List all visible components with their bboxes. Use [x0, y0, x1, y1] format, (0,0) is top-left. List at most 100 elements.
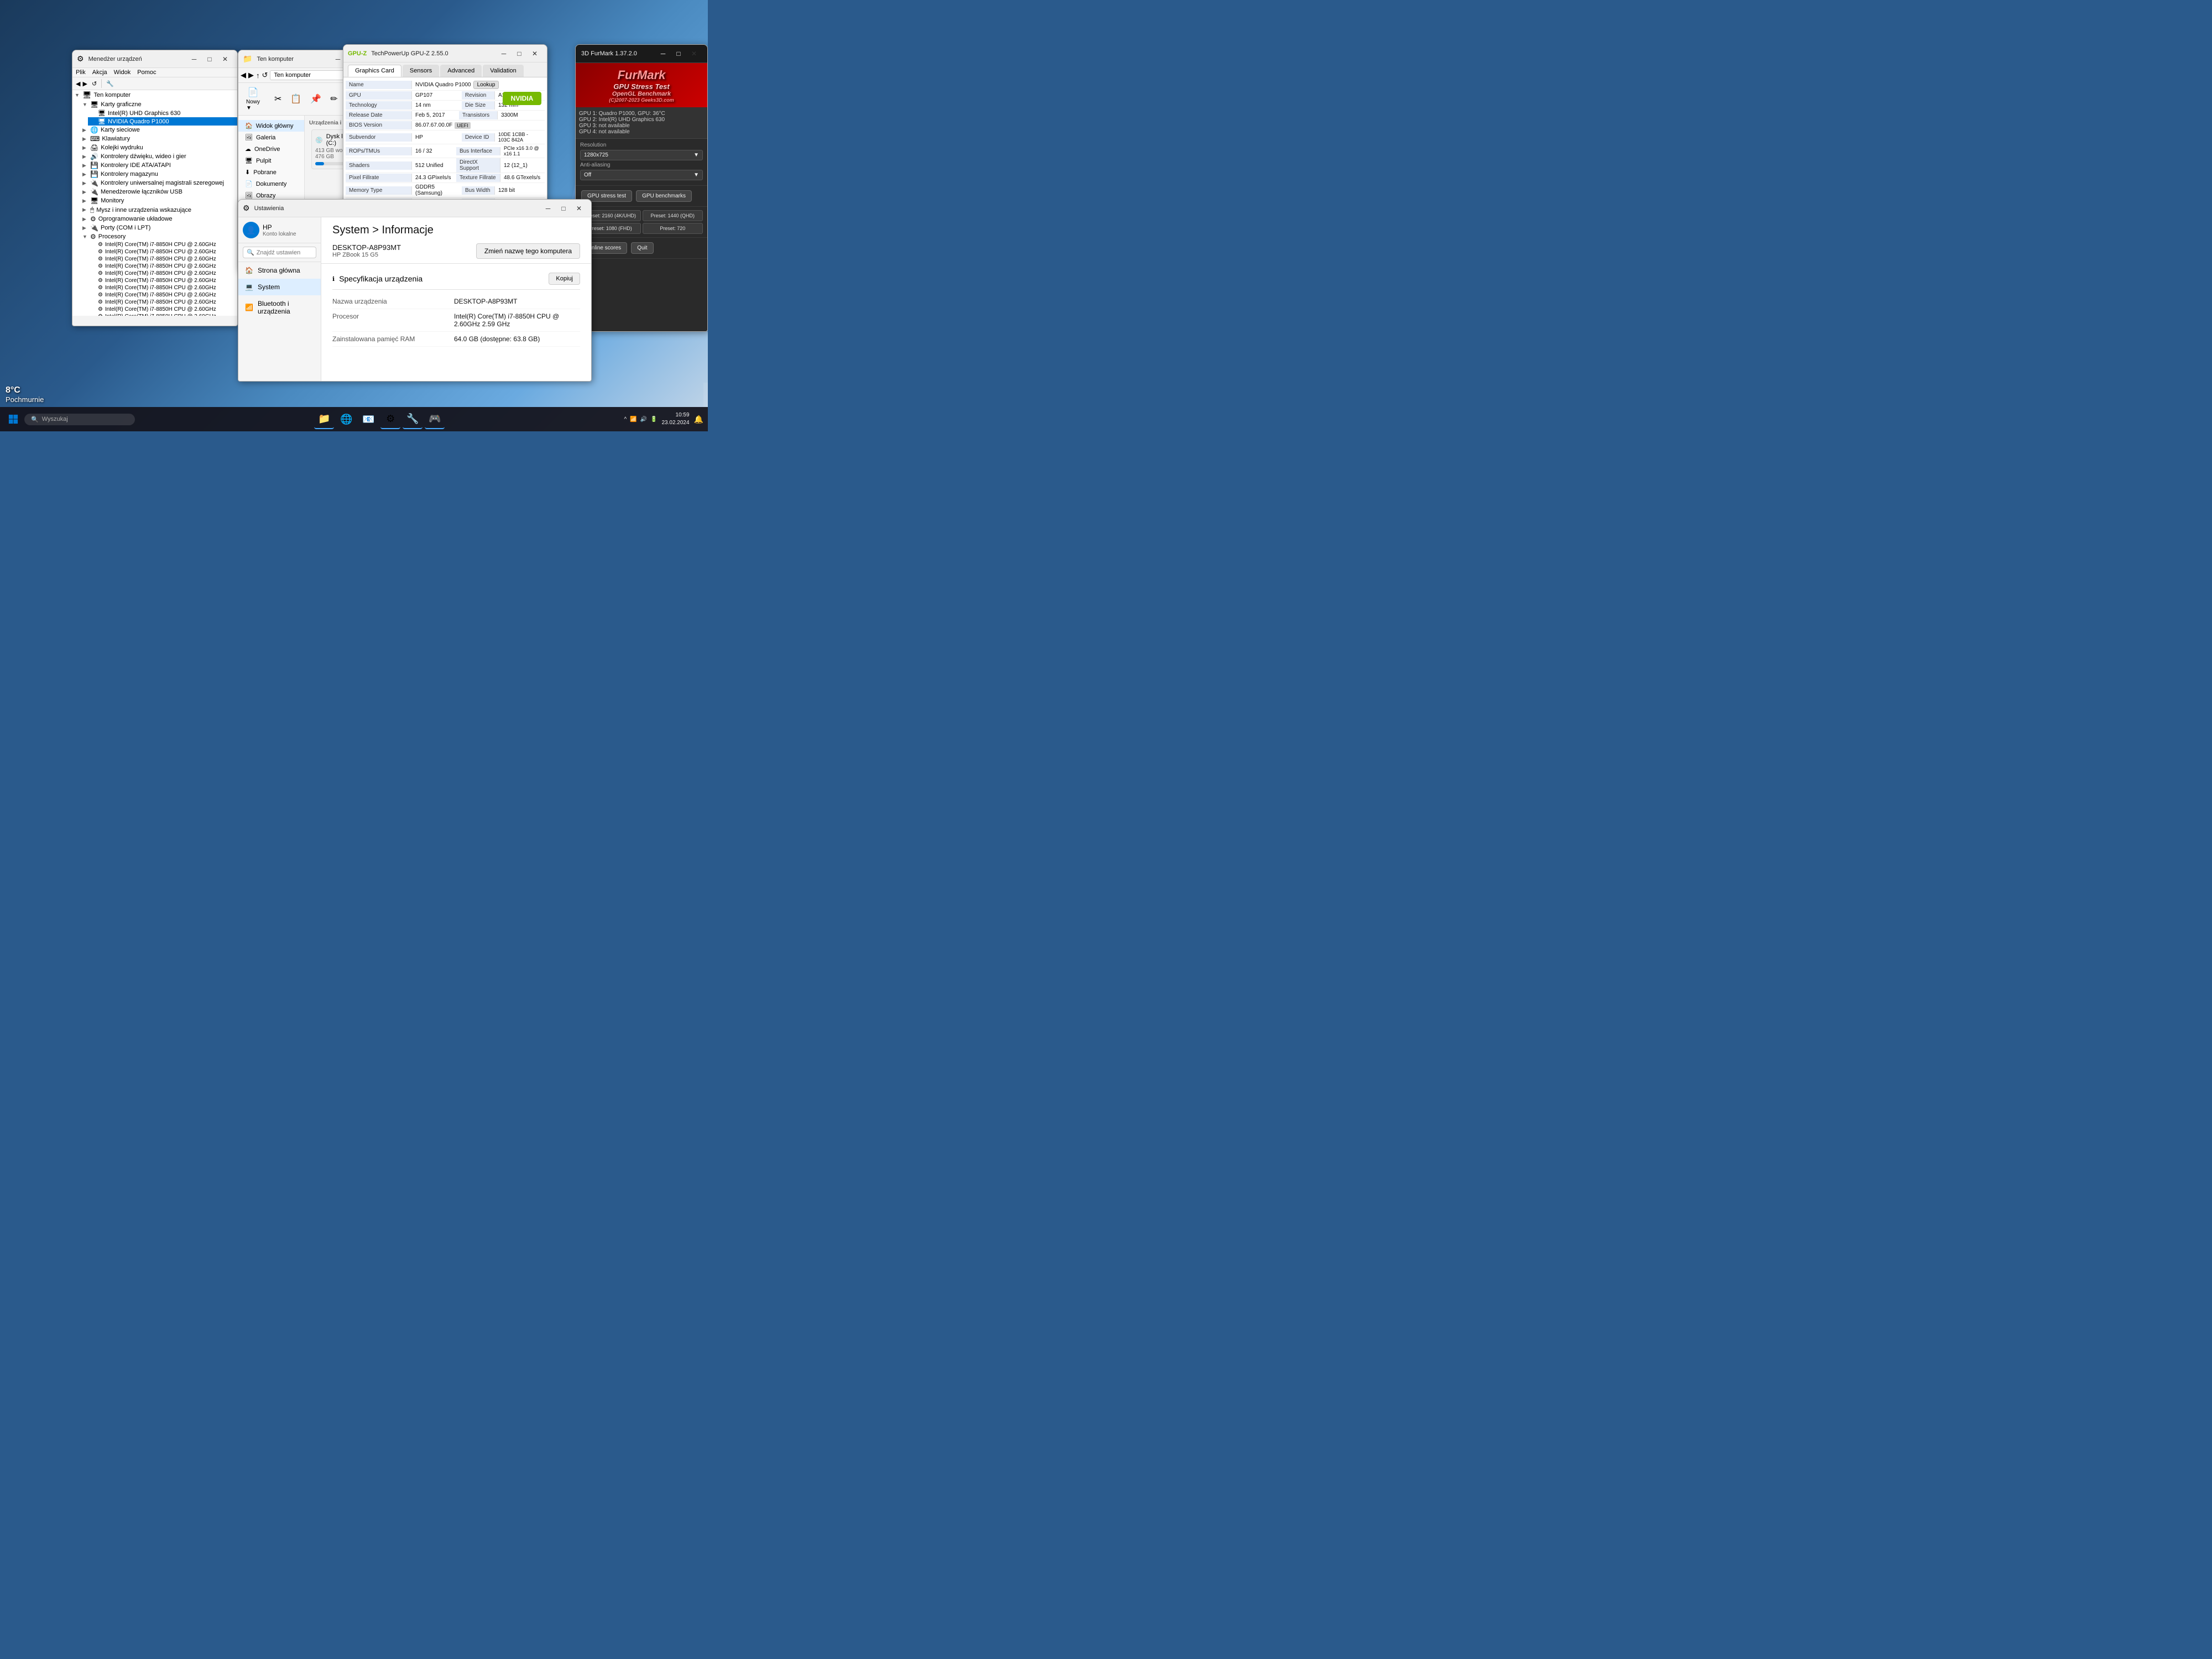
taskbar-app-gpuz[interactable]: 🎮	[425, 409, 445, 429]
back-icon[interactable]: ◀	[76, 80, 80, 87]
taskbar-app-devmgr[interactable]: ⚙	[380, 409, 400, 429]
tree-cpu-1[interactable]: ⚙ Intel(R) Core(TM) i7-8850H CPU @ 2.60G…	[88, 248, 237, 255]
refresh-icon[interactable]: ↺	[262, 71, 268, 80]
maximize-button[interactable]: □	[202, 54, 217, 65]
forward-icon[interactable]: ▶	[248, 71, 254, 80]
tree-cpu-5[interactable]: ⚙ Intel(R) Core(TM) i7-8850H CPU @ 2.60G…	[88, 277, 237, 284]
furmark-resolution-control[interactable]: 1280x725 ▼	[580, 150, 703, 160]
tree-usb-mgr[interactable]: ▶ 🔌 Menedżerowie łączników USB	[80, 187, 237, 196]
paste-icon[interactable]: 📌	[308, 91, 324, 107]
tree-ide[interactable]: ▶ 💾 Kontrolery IDE ATA/ATAPI	[80, 161, 237, 170]
sysinfo-maximize[interactable]: □	[556, 203, 571, 214]
taskbar-app-explorer[interactable]: 📁	[314, 409, 334, 429]
furmark-benchmark-button[interactable]: GPU benchmarks	[636, 190, 692, 202]
tree-cpu-8[interactable]: ⚙ Intel(R) Core(TM) i7-8850H CPU @ 2.60G…	[88, 299, 237, 306]
preset-qhd[interactable]: Preset: 1440 (QHD)	[643, 210, 703, 221]
tab-advanced[interactable]: Advanced	[440, 65, 482, 77]
tray-sound-icon[interactable]: 🔊	[640, 416, 647, 422]
sidebar-downloads[interactable]: ⬇ Pobrane	[238, 166, 304, 178]
tree-cpu-4[interactable]: ⚙ Intel(R) Core(TM) i7-8850H CPU @ 2.60G…	[88, 270, 237, 277]
close-button[interactable]: ✕	[217, 54, 233, 65]
taskbar-app-settings[interactable]: 🔧	[403, 409, 422, 429]
tree-print-queues[interactable]: ▶ 🖨 Kolejki wydruku	[80, 143, 237, 152]
sysinfo-minimize[interactable]: ─	[540, 203, 556, 214]
furmark-aa-control[interactable]: Off ▼	[580, 170, 703, 180]
start-button[interactable]	[4, 410, 22, 428]
gpuz-minimize[interactable]: ─	[496, 48, 512, 59]
tree-quadro-p1000[interactable]: 🖥 NVIDIA Quadro P1000	[88, 117, 237, 126]
tab-sensors[interactable]: Sensors	[403, 65, 439, 77]
settings-nav-home[interactable]: 🏠 Strona główna	[238, 262, 321, 279]
tree-cpu-6[interactable]: ⚙ Intel(R) Core(TM) i7-8850H CPU @ 2.60G…	[88, 284, 237, 291]
gpuz-close[interactable]: ✕	[527, 48, 542, 59]
tray-battery-icon[interactable]: 🔋	[650, 416, 657, 422]
copy-icon[interactable]: 📋	[288, 91, 304, 107]
tree-cpu-3[interactable]: ⚙ Intel(R) Core(TM) i7-8850H CPU @ 2.60G…	[88, 263, 237, 270]
tree-usb[interactable]: ▶ 🔌 Kontrolery uniwersalnej magistrali s…	[80, 179, 237, 187]
rename-computer-button[interactable]: Zmień nazwę tego komputera	[476, 243, 580, 259]
settings-nav-system[interactable]: 💻 System	[238, 279, 321, 295]
menu-view[interactable]: Widok	[114, 69, 131, 76]
gpuz-maximize[interactable]: □	[512, 48, 527, 59]
tree-mouse[interactable]: ▶ 🖱 Mysz i inne urządzenia wskazujące	[80, 205, 237, 215]
tree-uhd-630[interactable]: 🖥 Intel(R) UHD Graphics 630	[88, 109, 237, 117]
tree-monitors[interactable]: ▶ 🖥 Monitory	[80, 196, 237, 205]
furmark-close[interactable]: ✕	[686, 48, 702, 59]
sidebar-desktop[interactable]: 🖥 Pulpit	[238, 155, 304, 166]
lookup-button[interactable]: Lookup	[473, 81, 499, 89]
tray-wifi-icon[interactable]: 📶	[630, 416, 637, 422]
tree-network[interactable]: ▶ 🌐 Karty sieciowe	[80, 126, 237, 134]
tree-sound[interactable]: ▶ 🔊 Kontrolery dźwięku, wideo i gier	[80, 152, 237, 161]
tree-processors[interactable]: ▼ ⚙ Procesory	[80, 232, 237, 241]
new-icon: 📄	[248, 87, 259, 98]
properties-icon[interactable]: 🔧	[106, 80, 114, 87]
tab-validation[interactable]: Validation	[483, 65, 524, 77]
menu-help[interactable]: Pomoc	[137, 69, 156, 76]
rename-icon[interactable]: ✏	[328, 91, 340, 107]
tree-cpu-10[interactable]: ⚙ Intel(R) Core(TM) i7-8850H CPU @ 2.60G…	[88, 313, 237, 316]
quit-button[interactable]: Quit	[631, 242, 653, 254]
tree-cpu-0[interactable]: ⚙ Intel(R) Core(TM) i7-8850H CPU @ 2.60G…	[88, 241, 237, 248]
tree-cpu-2[interactable]: ⚙ Intel(R) Core(TM) i7-8850H CPU @ 2.60G…	[88, 255, 237, 263]
tab-graphics-card[interactable]: Graphics Card	[348, 65, 401, 77]
tree-display-adapters[interactable]: ▼ 🖥 Karty graficzne	[80, 100, 237, 109]
tree-cpu-9[interactable]: ⚙ Intel(R) Core(TM) i7-8850H CPU @ 2.60G…	[88, 306, 237, 313]
furmark-minimize[interactable]: ─	[655, 48, 671, 59]
tree-ports[interactable]: ▶ 🔌 Porty (COM i LPT)	[80, 223, 237, 232]
tree-cpu-7[interactable]: ⚙ Intel(R) Core(TM) i7-8850H CPU @ 2.60G…	[88, 291, 237, 299]
back-icon[interactable]: ◀	[241, 71, 246, 80]
furmark-maximize[interactable]: □	[671, 48, 686, 59]
up-icon[interactable]: ↑	[256, 71, 260, 80]
sidebar-home[interactable]: 🏠 Widok główny	[238, 120, 304, 132]
tree-item-computer[interactable]: ▼ 🖥 Ten komputer	[72, 90, 237, 100]
sidebar-gallery[interactable]: 🖼 Galeria	[238, 132, 304, 143]
taskbar-time-date[interactable]: 10:59 23.02.2024	[662, 411, 690, 427]
taskbar-app-mail[interactable]: 📧	[358, 409, 378, 429]
tray-chevron-icon[interactable]: ^	[624, 416, 627, 422]
settings-nav-bluetooth[interactable]: 📶 Bluetooth i urządzenia	[238, 295, 321, 320]
preset-720[interactable]: Preset: 720	[643, 223, 703, 234]
spec-row-name: Nazwa urządzenia DESKTOP-A8P93MT	[332, 294, 580, 309]
forward-icon[interactable]: ▶	[82, 80, 87, 87]
show-desktop-button[interactable]	[703, 383, 708, 407]
cut-icon[interactable]: ✂	[272, 91, 284, 107]
taskbar-app-edge[interactable]: 🌐	[336, 409, 356, 429]
settings-search-input[interactable]	[257, 249, 301, 256]
sysinfo-close[interactable]: ✕	[571, 203, 587, 214]
minimize-button[interactable]: ─	[186, 54, 202, 65]
copy-specs-button[interactable]: Kopiuj	[549, 273, 580, 285]
menu-action[interactable]: Akcja	[92, 69, 107, 76]
new-button[interactable]: 📄 Nowy ▼	[243, 85, 263, 113]
refresh-icon[interactable]: ↺	[92, 80, 97, 87]
menu-file[interactable]: Plik	[76, 69, 86, 76]
taskbar-search[interactable]: 🔍 Wyszukaj	[24, 414, 135, 425]
sidebar-onedrive[interactable]: ☁ OneDrive	[238, 143, 304, 155]
notification-icon[interactable]: 🔔	[694, 415, 703, 424]
sidebar-documents[interactable]: 📄 Dokumenty	[238, 178, 304, 190]
settings-search-area[interactable]: 🔍	[238, 243, 321, 262]
tree-keyboards[interactable]: ▶ ⌨ Klawiatury	[80, 134, 237, 143]
tree-storage[interactable]: ▶ 💾 Kontrolery magazynu	[80, 170, 237, 179]
temperature-widget: 8°C Pochmurnie	[6, 385, 44, 404]
tree-firmware[interactable]: ▶ ⚙ Oprogramowanie układowe	[80, 215, 237, 223]
spec-info-icon: ℹ	[332, 275, 335, 283]
